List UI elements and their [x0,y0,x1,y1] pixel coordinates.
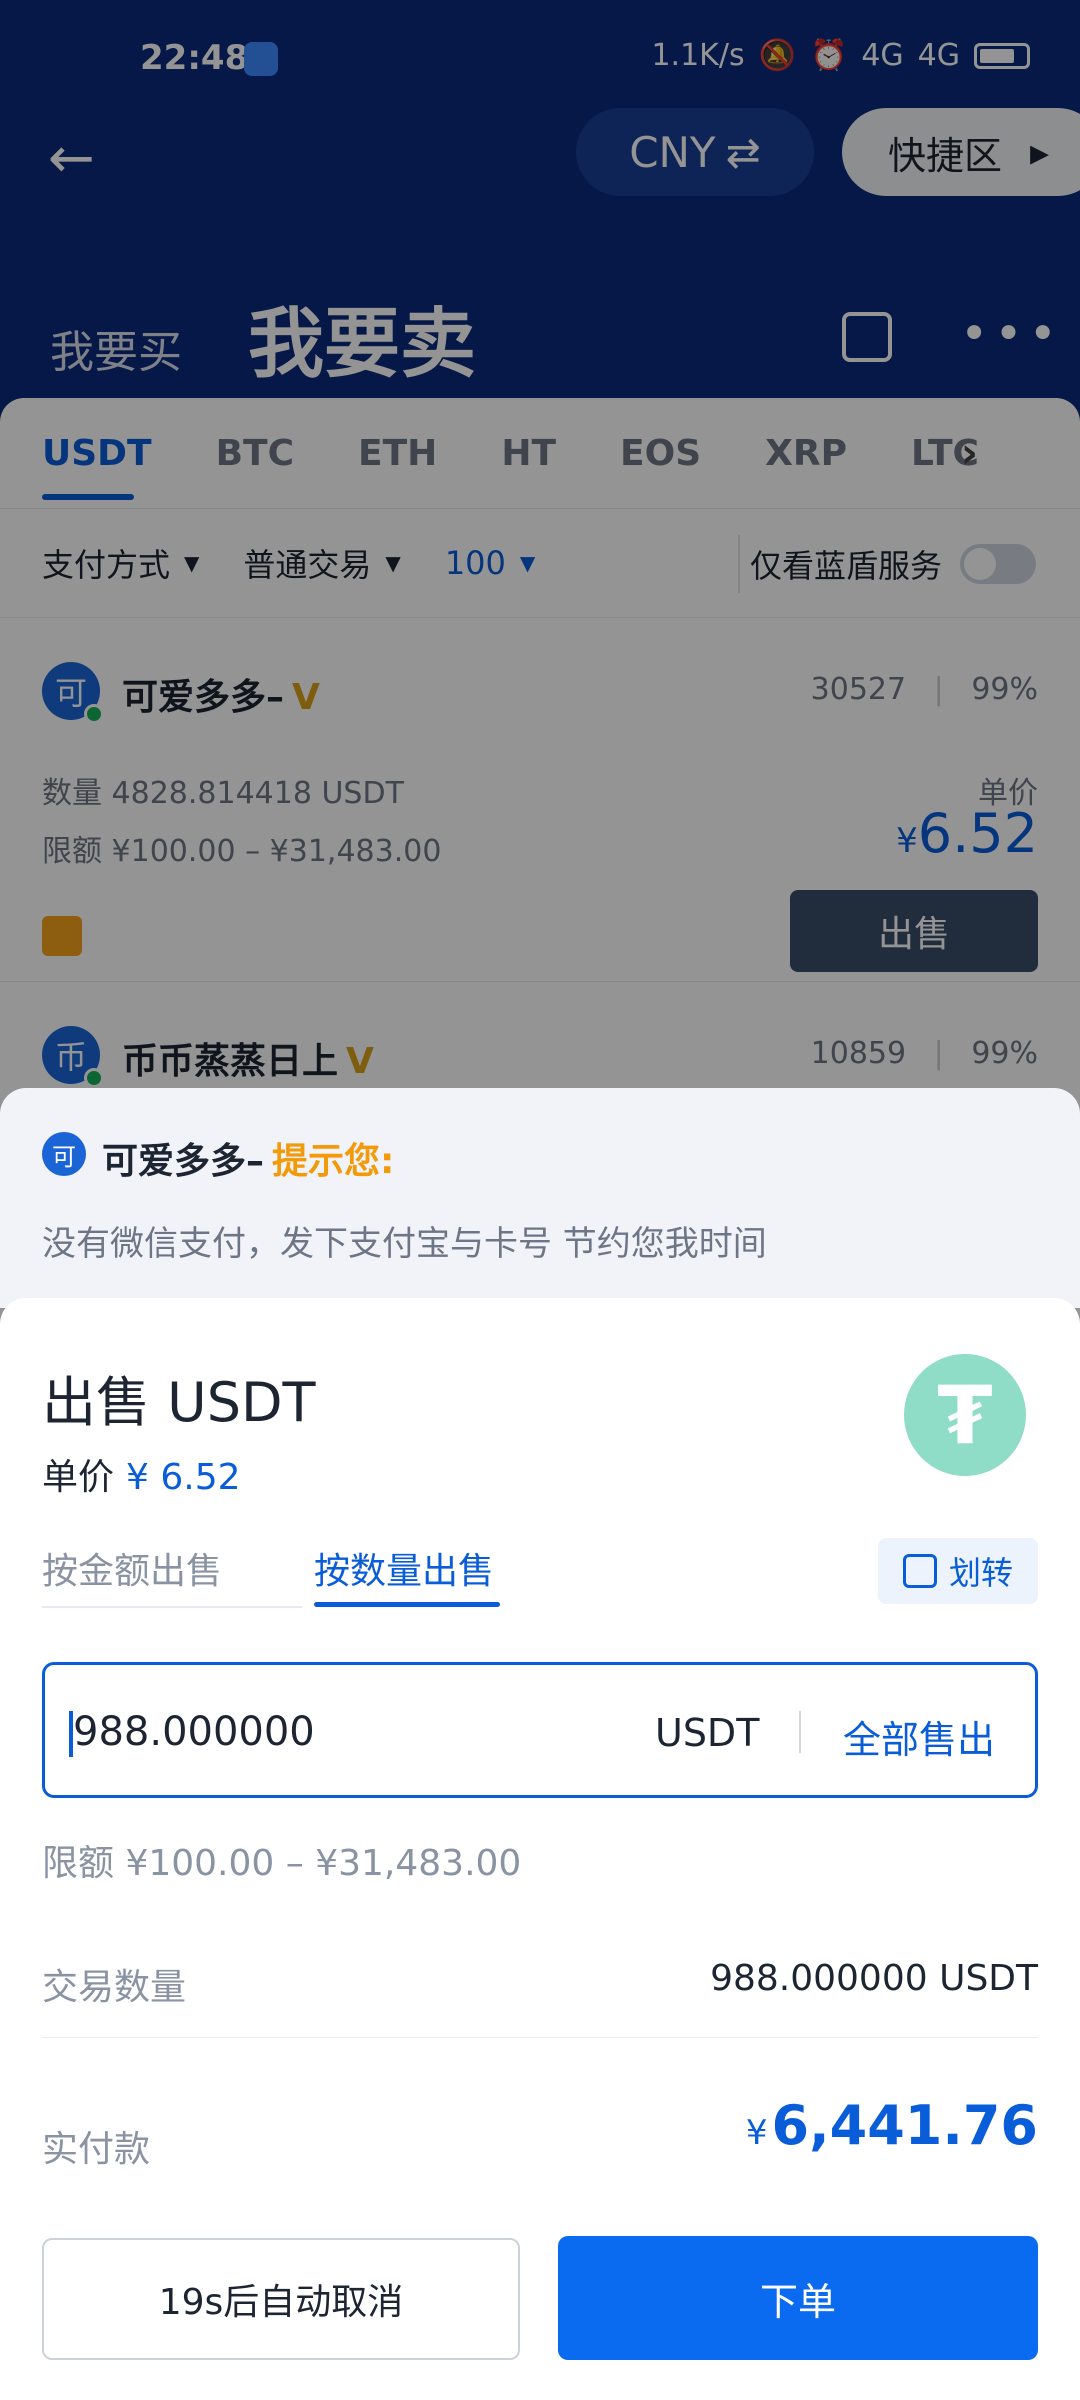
auto-cancel-button[interactable]: 19s后自动取消 [42,2238,520,2360]
avatar: 可 [42,1132,86,1176]
payment-label: 实付款 [42,2129,151,2170]
dialog-price-label: 单价 [42,1457,115,1498]
trade-quantity-label: 交易数量 [42,1967,187,2008]
tab-by-amount[interactable]: 按金额出售 [42,1542,222,1594]
transfer-label: 划转 [948,1554,1013,1592]
tether-logo-icon: ₮ [904,1354,1026,1476]
quantity-unit: USDT [655,1711,760,1755]
trade-quantity-row: 交易数量 988.000000 USDT [42,1958,1038,2038]
place-order-button[interactable]: 下单 [558,2236,1038,2360]
notice-tip: 提示您: [272,1141,395,1182]
notice-merchant-name: 可爱多多– [102,1141,265,1182]
notice-message: 没有微信支付，发下支付宝与卡号 节约您我时间 [42,1224,767,1264]
sell-dialog: 出售 USDT 单价 ¥ 6.52 ₮ 按金额出售 按数量出售 划转 988.00… [0,1298,1080,2400]
payment-value: ¥6,441.76 [746,2094,1038,2157]
dialog-title: 出售 USDT [42,1371,316,1434]
notice-header: 可爱多多– 提示您: [102,1132,394,1184]
transfer-icon [902,1554,937,1588]
payment-currency-symbol: ¥ [745,2113,768,2153]
merchant-notice: 可 可爱多多– 提示您: 没有微信支付，发下支付宝与卡号 节约您我时间 [0,1088,1080,1308]
quantity-input[interactable]: 988.000000 USDT 全部售出 [42,1662,1038,1798]
tab-underline [42,1606,302,1608]
dialog-price-value: ¥ 6.52 [126,1457,241,1498]
tab-by-quantity[interactable]: 按数量出售 [314,1542,501,1607]
dialog-price: 单价 ¥ 6.52 [42,1448,241,1500]
payment-amount: 6,441.76 [771,2094,1038,2157]
sell-all-button[interactable]: 全部售出 [843,1709,995,1764]
transfer-button[interactable]: 划转 [878,1538,1038,1604]
trade-quantity-value: 988.000000 USDT [710,1958,1038,1999]
divider [799,1711,801,1753]
dialog-limit: 限额 ¥100.00 – ¥31,483.00 [42,1843,522,1884]
quantity-input-value[interactable]: 988.000000 [73,1709,315,1755]
